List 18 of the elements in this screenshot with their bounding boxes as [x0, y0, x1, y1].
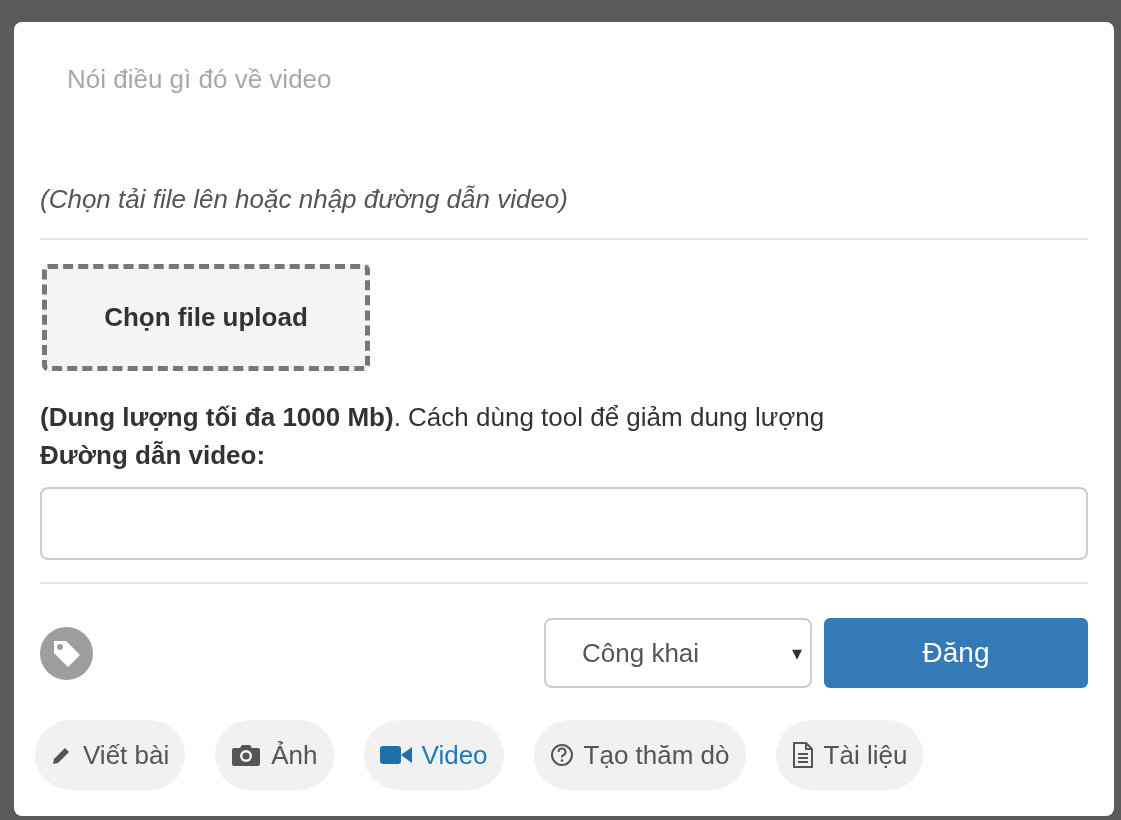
post-type-tab[interactable]: Ảnh [215, 720, 334, 790]
privacy-dropdown[interactable]: Công khai ▾ [544, 618, 812, 688]
post-type-tab[interactable]: Tạo thăm dò [533, 720, 746, 790]
document-icon [791, 741, 814, 769]
url-label: Đường dẫn video: [40, 439, 266, 472]
hint-text: (Chọn tải file lên hoặc nhập đường dẫn video) [40, 183, 568, 216]
post-type-tab[interactable]: Tài liệu [775, 720, 924, 790]
video-camera-icon [379, 745, 412, 765]
post-type-tab[interactable]: Video [363, 720, 504, 790]
size-note-text: (Dung lượng tối đa 1000 Mb). Cách dùng tool để giảm dung lượng [40, 401, 825, 434]
tag-icon[interactable] [40, 626, 93, 680]
question-icon [549, 743, 574, 767]
upload-button[interactable]: Chọn file upload [42, 264, 370, 371]
post-text-field[interactable]: Nói điều gì đó về video [40, 42, 1088, 162]
url-input-field[interactable] [40, 487, 1088, 560]
submit-button[interactable]: Đăng [824, 618, 1088, 688]
post-type-tab[interactable]: Viết bài [35, 720, 186, 790]
camera-icon [231, 743, 262, 767]
